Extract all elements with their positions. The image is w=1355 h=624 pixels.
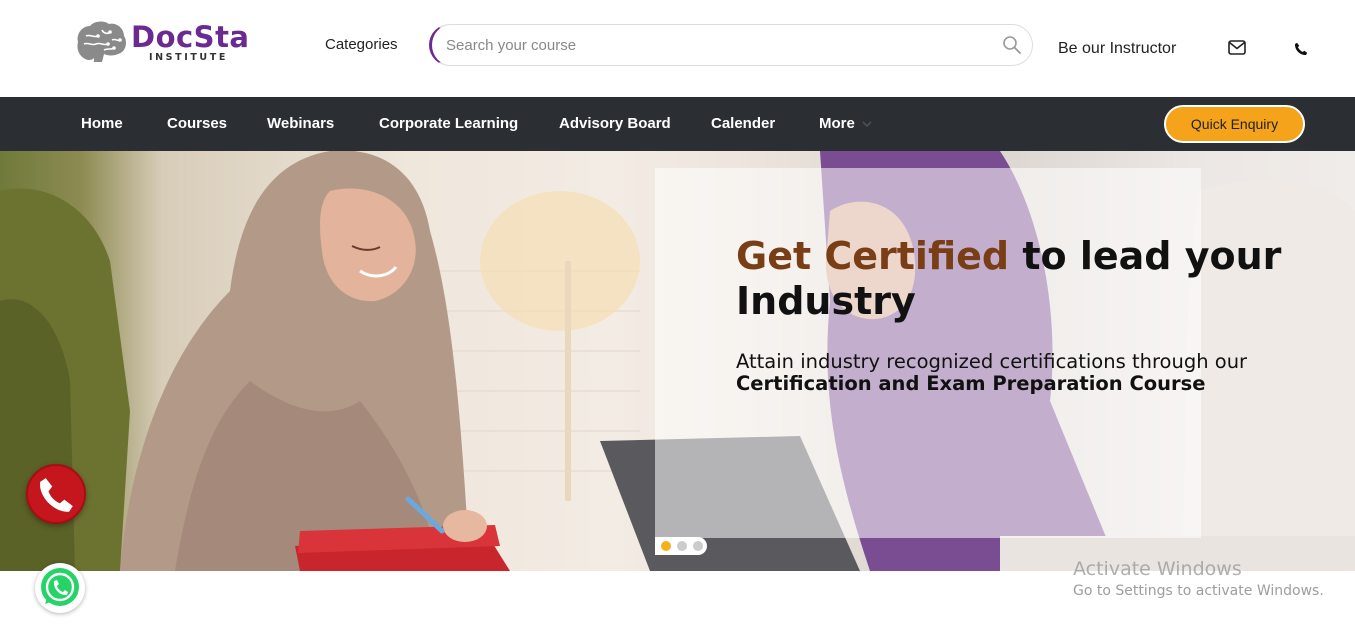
hero-banner: Get Certified to lead your Industry Atta… bbox=[0, 151, 1355, 571]
nav-item-more[interactable]: More bbox=[819, 115, 855, 132]
brain-logo-icon bbox=[77, 21, 126, 62]
nav-item-calender[interactable]: Calender bbox=[711, 115, 775, 132]
hero-subline-text: Attain industry recognized certification… bbox=[736, 350, 1248, 373]
hero-headline-accent: Get Certified bbox=[736, 234, 1010, 278]
page: DocSta INSTITUTE Categories Be our Instr… bbox=[0, 0, 1355, 624]
nav-item-advisory-board[interactable]: Advisory Board bbox=[559, 115, 671, 132]
carousel-dot-1[interactable] bbox=[661, 541, 671, 551]
whatsapp-button[interactable] bbox=[35, 563, 85, 613]
site-logo[interactable]: DocSta INSTITUTE bbox=[74, 20, 254, 66]
categories-menu[interactable]: Categories bbox=[325, 36, 398, 53]
be-our-instructor-link[interactable]: Be our Instructor bbox=[1058, 40, 1176, 58]
search-icon[interactable] bbox=[1002, 35, 1022, 55]
carousel-dot-2[interactable] bbox=[677, 541, 687, 551]
mail-icon[interactable] bbox=[1228, 40, 1246, 55]
nav-item-home[interactable]: Home bbox=[81, 115, 123, 132]
windows-watermark-title: Activate Windows bbox=[1073, 558, 1242, 580]
search-input[interactable] bbox=[446, 34, 986, 56]
main-nav: Home Courses Webinars Corporate Learning… bbox=[0, 97, 1355, 151]
logo-wordmark: DocSta bbox=[131, 20, 250, 54]
quick-enquiry-button[interactable]: Quick Enquiry bbox=[1164, 105, 1305, 143]
windows-watermark-subtitle: Go to Settings to activate Windows. bbox=[1073, 583, 1324, 599]
hero-subline: Attain industry recognized certification… bbox=[736, 351, 1336, 395]
carousel-dots bbox=[655, 537, 707, 555]
top-header: DocSta INSTITUTE Categories Be our Instr… bbox=[0, 0, 1355, 97]
hero-headline: Get Certified to lead your Industry bbox=[736, 234, 1316, 324]
nav-item-courses[interactable]: Courses bbox=[167, 115, 227, 132]
phone-icon[interactable] bbox=[1294, 42, 1308, 56]
whatsapp-icon bbox=[41, 568, 79, 606]
nav-item-webinars[interactable]: Webinars bbox=[267, 115, 334, 132]
chevron-down-icon[interactable] bbox=[862, 120, 872, 128]
call-button[interactable] bbox=[26, 464, 86, 524]
phone-handset-icon bbox=[39, 478, 73, 512]
carousel-dot-3[interactable] bbox=[693, 541, 703, 551]
nav-item-corporate-learning[interactable]: Corporate Learning bbox=[379, 115, 518, 132]
search-bar bbox=[429, 24, 1033, 66]
hero-subline-bold: Certification and Exam Preparation Cours… bbox=[736, 372, 1206, 395]
logo-subtext: INSTITUTE bbox=[149, 52, 228, 63]
